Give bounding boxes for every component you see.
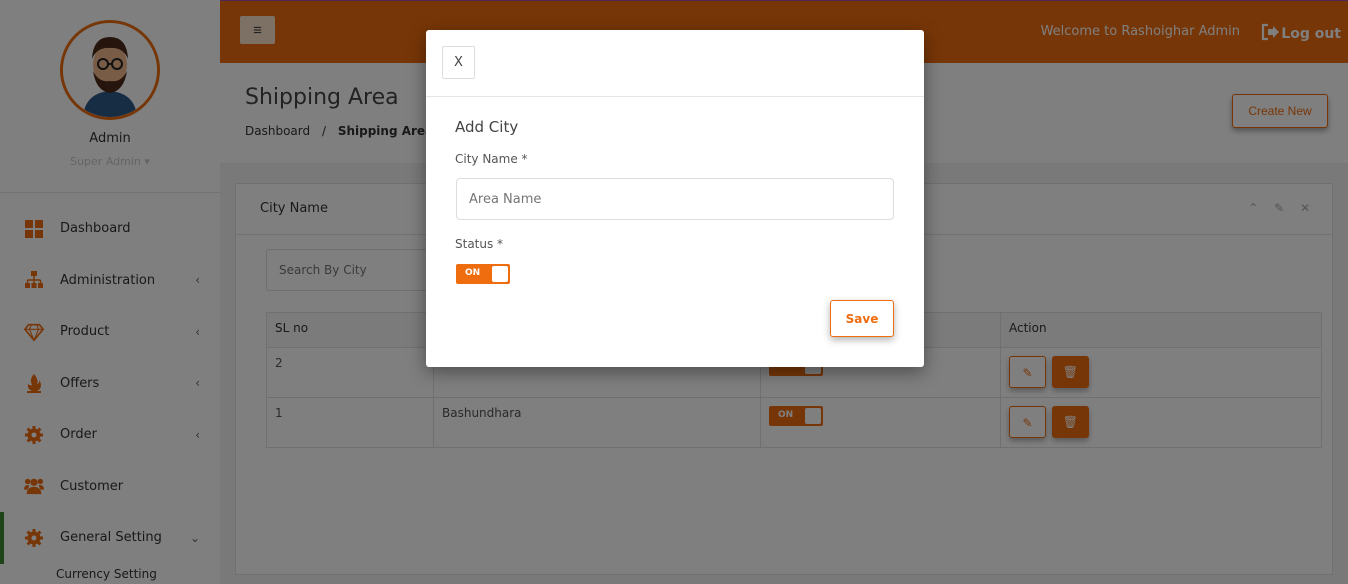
save-button[interactable]: Save [830, 300, 894, 337]
modal-header: X [426, 30, 924, 97]
city-name-label: City Name * [455, 152, 528, 166]
city-name-input[interactable] [456, 178, 894, 220]
status-toggle[interactable]: ON [456, 264, 510, 284]
modal-heading: Add City [455, 118, 519, 136]
status-toggle-text: ON [465, 268, 481, 278]
add-city-modal: X Add City City Name * Status * ON Save [426, 30, 924, 367]
toggle-knob [492, 266, 508, 282]
modal-close-button[interactable]: X [442, 46, 475, 79]
status-label: Status * [455, 237, 504, 251]
